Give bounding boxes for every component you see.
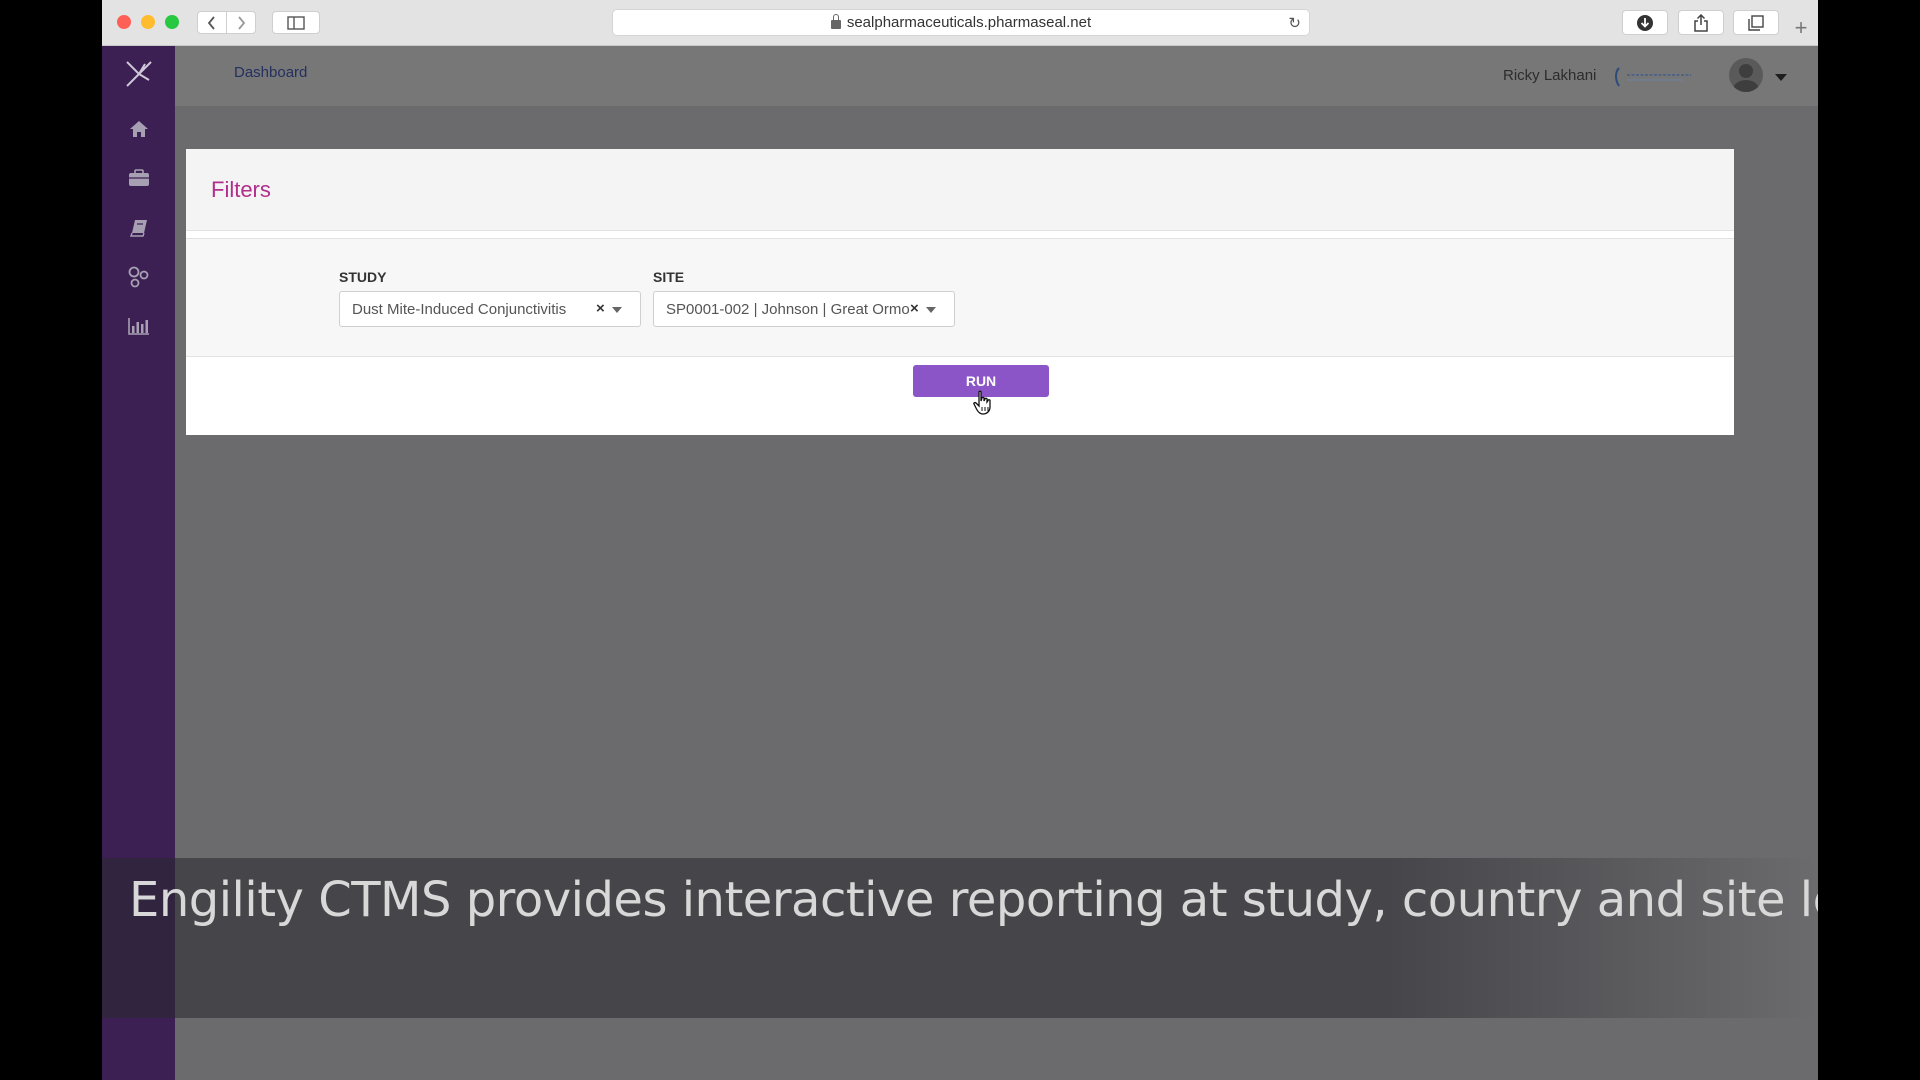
home-icon[interactable] <box>124 114 154 144</box>
site-label: SITE <box>653 269 685 285</box>
zoom-window-button[interactable] <box>165 15 179 29</box>
site-selected-value: SP0001-002 | Johnson | Great Ormo... <box>666 301 910 318</box>
app-topbar: Dashboard Ricky Lakhani <box>175 46 1818 106</box>
close-window-button[interactable] <box>117 15 131 29</box>
reload-icon[interactable]: ↻ <box>1288 14 1301 32</box>
study-selected-value: Dust Mite-Induced Conjunctivitis <box>352 301 567 318</box>
book-icon[interactable] <box>124 213 154 243</box>
lock-icon <box>830 14 841 29</box>
filters-title: Filters <box>211 177 271 202</box>
seal-pharmaceuticals-logo <box>1615 67 1691 87</box>
back-button[interactable] <box>197 11 227 34</box>
site-select[interactable]: SP0001-002 | Johnson | Great Ormo... × <box>653 291 955 327</box>
chevron-down-icon[interactable] <box>926 307 936 313</box>
user-name: Ricky Lakhani <box>1503 67 1597 84</box>
filters-row: STUDY Dust Mite-Induced Conjunctivitis ×… <box>186 238 1734 357</box>
sidebar-toggle-button[interactable] <box>272 11 320 34</box>
bar-chart-icon[interactable] <box>124 311 154 341</box>
sidebar-icon <box>287 15 305 30</box>
breadcrumb-dashboard[interactable]: Dashboard <box>234 64 307 81</box>
site-clear-icon[interactable]: × <box>910 300 919 317</box>
filters-panel: Filters STUDY Dust Mite-Induced Conjunct… <box>186 149 1734 435</box>
address-url: sealpharmaceuticals.pharmaseal.net <box>846 14 1092 31</box>
forward-button[interactable] <box>226 11 256 34</box>
user-avatar[interactable] <box>1729 58 1763 92</box>
tabs-icon <box>1748 14 1764 31</box>
browser-window: sealpharmaceuticals.pharmaseal.net ↻ + D… <box>102 0 1818 1080</box>
study-select[interactable]: Dust Mite-Induced Conjunctivitis × <box>339 291 641 327</box>
chevron-down-icon[interactable] <box>612 307 622 313</box>
downloads-button[interactable] <box>1622 10 1668 35</box>
address-bar[interactable]: sealpharmaceuticals.pharmaseal.net ↻ <box>612 9 1310 36</box>
download-icon <box>1637 14 1653 31</box>
filters-header: Filters <box>186 149 1734 231</box>
briefcase-icon[interactable] <box>124 163 154 193</box>
caret-down-icon[interactable] <box>1775 74 1787 81</box>
browser-toolbar: sealpharmaceuticals.pharmaseal.net ↻ + <box>102 0 1818 46</box>
share-button[interactable] <box>1678 10 1724 35</box>
hand-pointer-cursor-icon <box>973 390 991 415</box>
new-tab-button[interactable]: + <box>1787 14 1815 42</box>
study-label: STUDY <box>339 269 387 285</box>
minimize-window-button[interactable] <box>141 15 155 29</box>
share-icon <box>1694 13 1708 32</box>
video-caption: Engility CTMS provides interactive repor… <box>129 872 1818 928</box>
tab-overview-button[interactable] <box>1733 10 1779 35</box>
study-clear-icon[interactable]: × <box>596 300 605 317</box>
engility-logo-icon[interactable] <box>123 58 155 90</box>
chevron-right-icon <box>238 15 246 30</box>
chevron-left-icon <box>207 15 215 30</box>
network-icon[interactable] <box>124 262 154 292</box>
